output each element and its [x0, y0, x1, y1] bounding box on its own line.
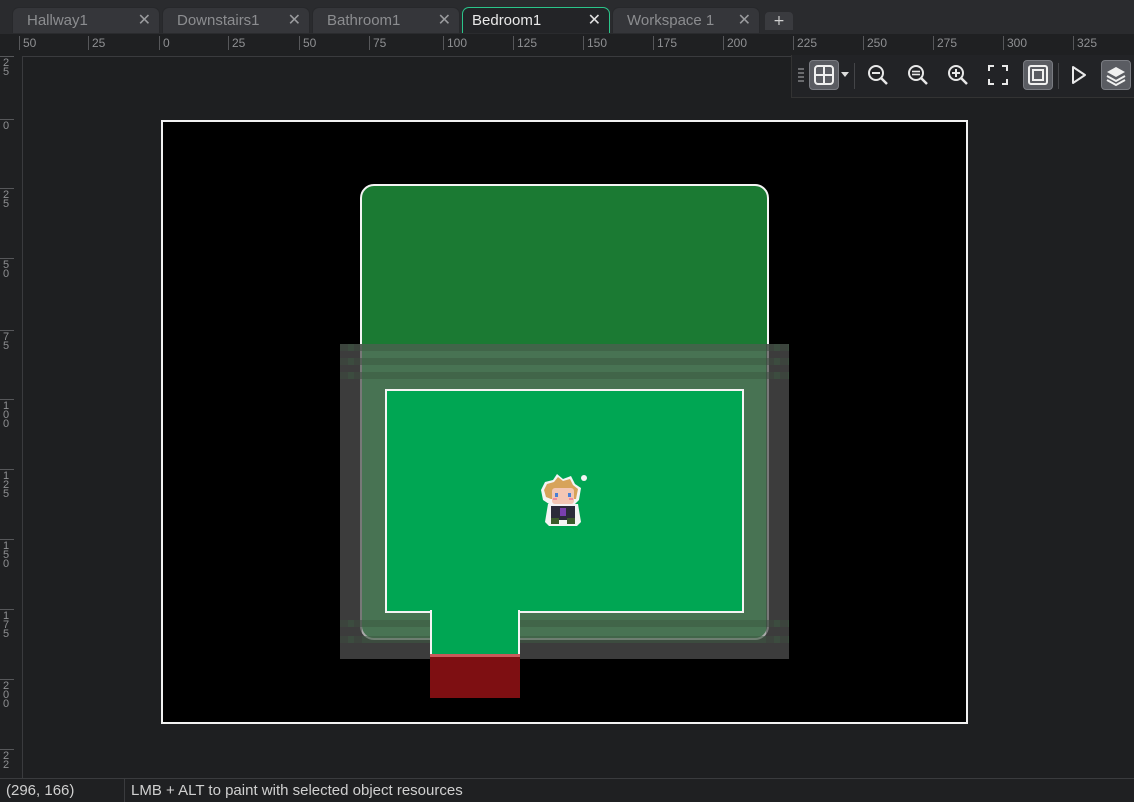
grid-icon — [814, 65, 834, 85]
wall-tile-column — [340, 344, 348, 659]
close-icon[interactable]: ✕ — [588, 12, 601, 28]
tab-label: Workspace 1 — [627, 12, 715, 29]
exit-door[interactable] — [430, 654, 520, 698]
close-icon[interactable]: ✕ — [288, 12, 301, 28]
zoom-in-button[interactable] — [943, 60, 973, 90]
grid-toggle-button[interactable] — [809, 60, 839, 90]
zoom-reset-icon — [908, 65, 928, 85]
cursor-coordinates: (296, 166) — [6, 782, 75, 799]
layers-icon — [1106, 67, 1126, 87]
ruler-tick: 2 5 — [0, 188, 14, 210]
ruler-tick: 2 5 — [0, 56, 14, 78]
fullscreen-button[interactable] — [983, 60, 1013, 90]
fullscreen-icon — [988, 65, 1008, 85]
status-divider — [124, 779, 125, 802]
tab-bathroom1[interactable]: Bathroom1 ✕ — [312, 7, 460, 33]
toolbar-divider — [854, 63, 855, 89]
frame-view-button[interactable] — [1023, 60, 1053, 90]
tab-bedroom1[interactable]: Bedroom1 ✕ — [462, 7, 610, 33]
wall-tile-column — [354, 344, 362, 659]
status-bar: (296, 166) LMB + ALT to paint with selec… — [0, 778, 1134, 802]
toolbar-divider — [1058, 63, 1059, 89]
close-icon[interactable]: ✕ — [138, 12, 151, 28]
ruler-tick: 1 0 0 — [0, 399, 14, 430]
wall-tile-stripe — [340, 372, 789, 379]
zoom-reset-button[interactable] — [903, 60, 933, 90]
ruler-tick: 2 2 — [0, 749, 14, 771]
ruler-tick: 25 — [227, 36, 246, 50]
tab-downstairs1[interactable]: Downstairs1 ✕ — [162, 7, 310, 33]
wall-tile-stripe — [340, 344, 789, 351]
ruler-tick: 25 — [87, 36, 106, 50]
ruler-tick: 50 — [18, 36, 37, 50]
tab-label: Bedroom1 — [472, 12, 542, 29]
ruler-tick: 2 0 0 — [0, 679, 14, 710]
tab-workspace-1[interactable]: Workspace 1 ✕ — [612, 7, 760, 33]
horizontal-ruler: 50 25 0 25 50 75 100 125 150 175 200 225… — [0, 34, 1134, 57]
play-icon — [1072, 66, 1086, 84]
ruler-tick: 100 — [442, 36, 468, 50]
ruler-tick: 50 — [298, 36, 317, 50]
wall-tile-column — [780, 344, 788, 659]
add-tab-button[interactable]: + — [764, 11, 794, 31]
tab-hallway1[interactable]: Hallway1 ✕ — [12, 7, 160, 33]
player-sprite-icon — [541, 474, 587, 526]
vertical-ruler: 2 5 0 2 5 5 0 7 5 1 0 0 1 2 5 1 5 0 1 7 … — [0, 56, 23, 778]
ruler-tick: 175 — [652, 36, 678, 50]
status-hint: LMB + ALT to paint with selected object … — [131, 782, 463, 799]
ruler-tick: 0 — [159, 36, 170, 50]
ruler-tick: 200 — [722, 36, 748, 50]
ruler-tick: 1 7 5 — [0, 609, 14, 640]
ruler-tick: 225 — [792, 36, 818, 50]
ruler-tick: 1 2 5 — [0, 469, 14, 500]
tab-bar: Hallway1 ✕ Downstairs1 ✕ Bathroom1 ✕ Bed… — [0, 0, 1134, 35]
chevron-down-icon[interactable] — [841, 72, 849, 77]
ruler-tick: 1 5 0 — [0, 539, 14, 570]
layers-button[interactable] — [1101, 60, 1131, 90]
ruler-tick: 250 — [862, 36, 888, 50]
player-sprite[interactable] — [535, 470, 591, 528]
view-toolbar — [791, 55, 1134, 98]
ruler-tick: 300 — [1002, 36, 1028, 50]
zoom-out-button[interactable] — [863, 60, 893, 90]
zoom-out-icon — [868, 65, 888, 85]
ruler-tick: 5 0 — [0, 258, 14, 280]
wall-tile-stripe — [340, 620, 789, 627]
drag-handle[interactable] — [798, 68, 804, 82]
ruler-tick: 150 — [582, 36, 608, 50]
close-icon[interactable]: ✕ — [738, 12, 751, 28]
ruler-tick: 275 — [932, 36, 958, 50]
tab-label: Hallway1 — [27, 12, 88, 29]
wall-tile-column — [766, 344, 774, 659]
ruler-tick: 75 — [368, 36, 387, 50]
wall-tile-stripe — [340, 358, 789, 365]
ruler-tick: 0 — [0, 119, 14, 132]
ruler-tick: 125 — [512, 36, 538, 50]
frame-icon — [1028, 65, 1048, 85]
wall-tile-stripe — [340, 636, 789, 643]
zoom-in-icon — [948, 65, 968, 85]
tab-label: Bathroom1 — [327, 12, 401, 29]
doorway-floor[interactable] — [430, 610, 520, 656]
ruler-tick: 7 5 — [0, 330, 14, 352]
tab-label: Downstairs1 — [177, 12, 260, 29]
ruler-tick: 325 — [1072, 36, 1098, 50]
play-button[interactable] — [1063, 60, 1093, 90]
close-icon[interactable]: ✕ — [438, 12, 451, 28]
